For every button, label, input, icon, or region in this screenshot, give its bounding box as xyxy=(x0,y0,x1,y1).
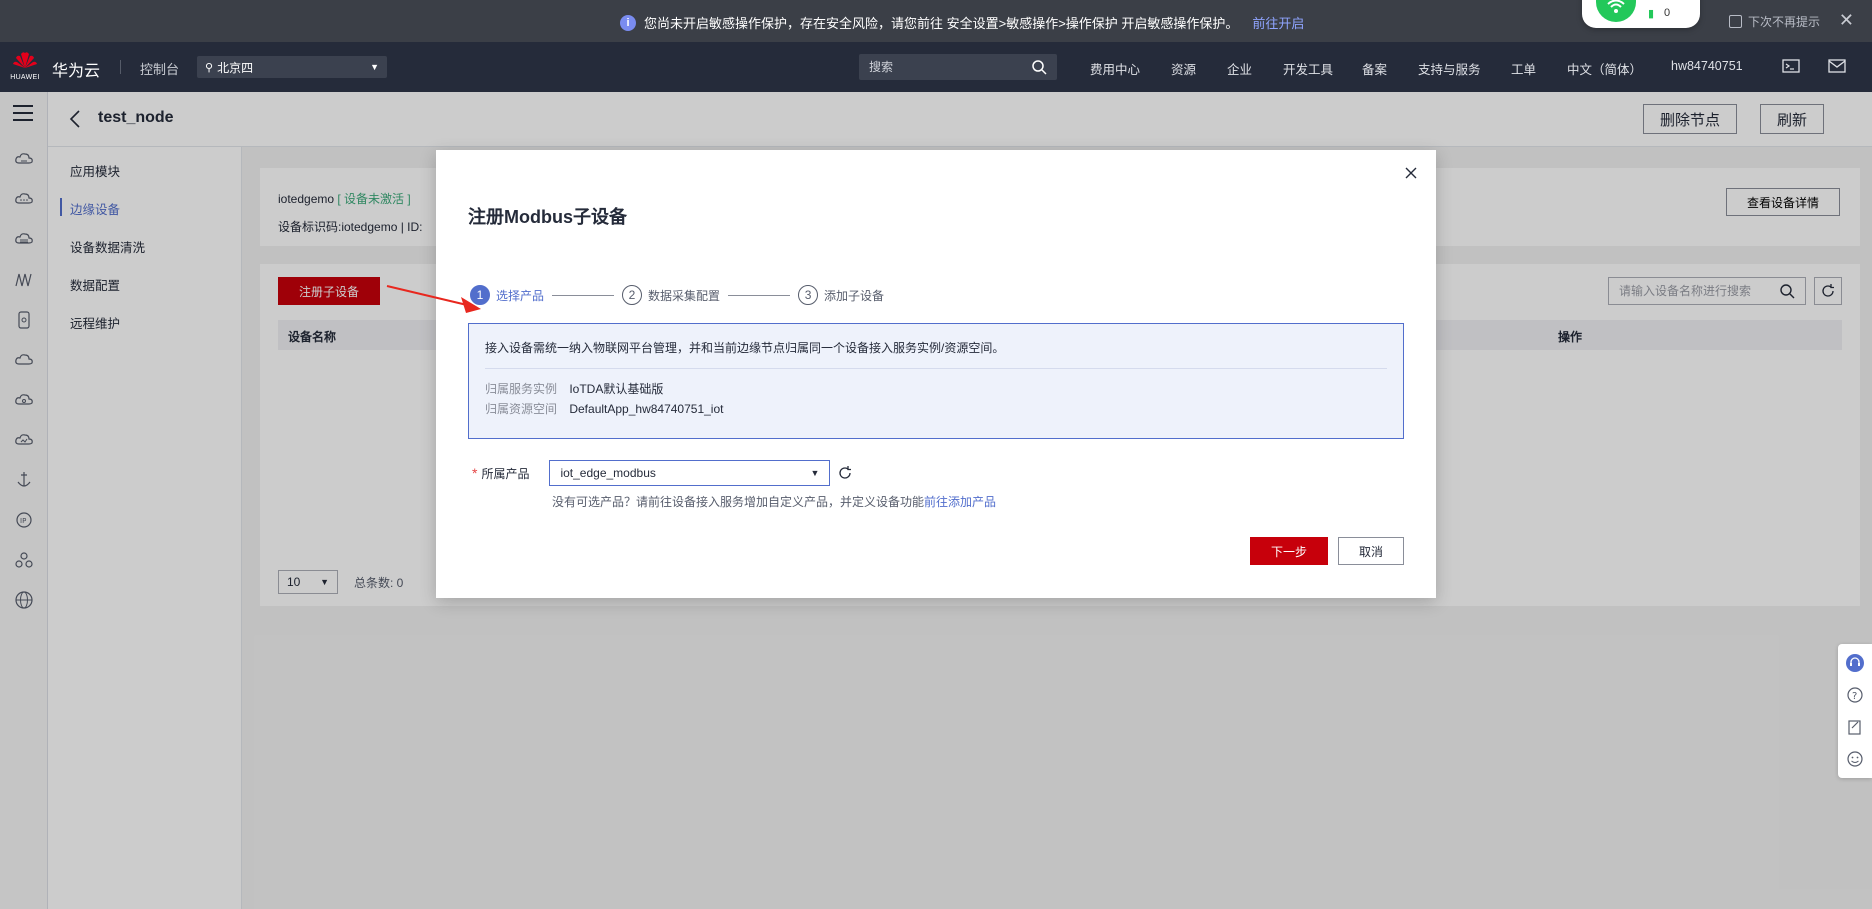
step-number: 2 xyxy=(622,285,643,305)
refresh-icon[interactable] xyxy=(838,466,852,480)
instance-value: IoTDA默认基础版 xyxy=(569,382,664,396)
space-value: DefaultApp_hw84740751_iot xyxy=(569,402,724,416)
smile-icon[interactable] xyxy=(1846,750,1864,768)
nav-support[interactable]: 支持与服务 xyxy=(1418,59,1481,78)
step-label: 数据采集配置 xyxy=(648,288,721,303)
space-label: 归属资源空间 xyxy=(485,402,558,416)
region-value: 北京四 xyxy=(217,60,254,75)
notice-text: 您尚未开启敏感操作保护，存在安全风险，请您前往 安全设置>敏感操作>操作保护 开… xyxy=(644,16,1239,31)
battery-icon: ▮ xyxy=(1648,8,1655,20)
product-select[interactable]: iot_edge_modbus ▼ xyxy=(549,460,831,486)
region-selector[interactable]: ⚲ 北京四 ▼ xyxy=(197,56,387,78)
search-icon[interactable] xyxy=(1031,59,1047,75)
notice-message: i 您尚未开启敏感操作保护，存在安全风险，请您前往 安全设置>敏感操作>操作保护… xyxy=(620,13,1304,32)
terminal-icon[interactable] xyxy=(1782,57,1800,75)
mail-icon[interactable] xyxy=(1828,57,1846,75)
annotation-arrow-icon xyxy=(386,285,481,313)
space-row: 归属资源空间 DefaultApp_hw84740751_iot xyxy=(485,400,723,417)
step-label: 选择产品 xyxy=(496,288,545,303)
nav-billing[interactable]: 费用中心 xyxy=(1090,59,1140,78)
brand-name[interactable]: 华为云 xyxy=(52,57,100,81)
global-search[interactable] xyxy=(859,54,1057,80)
close-icon[interactable]: ✕ xyxy=(1839,11,1854,29)
huawei-logo-icon[interactable]: HUAWEI xyxy=(10,50,40,81)
add-product-link[interactable]: 前往添加产品 xyxy=(924,495,996,509)
product-hint: 没有可选产品？请前往设备接入服务增加自定义产品，并定义设备功能前往添加产品 xyxy=(552,493,996,510)
help-icon[interactable]: ? xyxy=(1846,686,1864,704)
close-icon[interactable] xyxy=(1404,166,1418,180)
step-data-collection: 2 数据采集配置 xyxy=(622,285,720,305)
global-search-input[interactable] xyxy=(869,60,1031,74)
instance-info-box: 接入设备需统一纳入物联网平台管理，并和当前边缘节点归属同一个设备接入服务实例/资… xyxy=(468,323,1404,439)
floating-toolbar: ? xyxy=(1838,644,1872,778)
headset-icon[interactable] xyxy=(1846,654,1864,672)
hint-text: 没有可选产品？请前往设备接入服务增加自定义产品，并定义设备功能 xyxy=(552,495,925,509)
wizard-steps: 1 选择产品 2 数据采集配置 3 添加子设备 xyxy=(470,285,884,305)
chevron-down-icon: ▼ xyxy=(370,62,379,72)
step-label: 添加子设备 xyxy=(824,288,885,303)
enable-protection-link[interactable]: 前往开启 xyxy=(1252,13,1304,32)
step-connector xyxy=(728,294,791,296)
product-label: 所属产品 xyxy=(481,466,530,481)
dont-show-again[interactable]: 下次不再提示 xyxy=(1728,13,1820,30)
next-step-button[interactable]: 下一步 xyxy=(1250,537,1328,565)
top-navigation: HUAWEI 华为云 控制台 ⚲ 北京四 ▼ 费用中心 资源 企业 开发工具 备… xyxy=(0,42,1872,92)
nav-resources[interactable]: 资源 xyxy=(1171,59,1196,78)
wifi-icon xyxy=(1596,0,1636,22)
product-select-value: iot_edge_modbus xyxy=(560,466,656,480)
step-number: 3 xyxy=(798,285,819,305)
required-mark: * xyxy=(472,465,478,481)
console-link[interactable]: 控制台 xyxy=(140,59,179,78)
step-add-sub-device: 3 添加子设备 xyxy=(798,285,884,305)
nav-tickets[interactable]: 工单 xyxy=(1511,59,1536,78)
nav-dev-tools[interactable]: 开发工具 xyxy=(1283,59,1333,78)
chevron-down-icon: ▼ xyxy=(810,468,820,478)
nav-language[interactable]: 中文（简体） xyxy=(1567,59,1642,78)
nav-filing[interactable]: 备案 xyxy=(1362,59,1387,78)
nav-divider xyxy=(120,60,121,74)
step-connector xyxy=(552,294,615,296)
svg-text:?: ? xyxy=(1852,691,1857,702)
product-field: * 所属产品 iot_edge_modbus ▼ xyxy=(472,460,852,486)
register-modbus-dialog: 注册Modbus子设备 1 选择产品 2 数据采集配置 3 添加子设备 接入设备… xyxy=(436,150,1436,598)
instance-row: 归属服务实例 IoTDA默认基础版 xyxy=(485,380,663,397)
network-widget[interactable]: ▮ 0 xyxy=(1582,0,1700,28)
logo-text: HUAWEI xyxy=(10,74,40,81)
info-text: 接入设备需统一纳入物联网平台管理，并和当前边缘节点归属同一个设备接入服务实例/资… xyxy=(485,341,1005,355)
info-icon: i xyxy=(620,14,636,31)
dont-show-again-label: 下次不再提示 xyxy=(1747,15,1820,29)
feedback-icon[interactable] xyxy=(1846,718,1864,736)
nav-account[interactable]: hw84740751 xyxy=(1671,59,1743,73)
dialog-title: 注册Modbus子设备 xyxy=(468,207,627,227)
info-divider xyxy=(485,368,1387,369)
nav-enterprise[interactable]: 企业 xyxy=(1227,59,1252,78)
instance-label: 归属服务实例 xyxy=(485,382,558,396)
cancel-button[interactable]: 取消 xyxy=(1338,537,1404,565)
dont-show-again-checkbox[interactable] xyxy=(1728,15,1742,28)
location-pin-icon: ⚲ xyxy=(205,61,214,74)
widget-count: 0 xyxy=(1664,7,1671,19)
